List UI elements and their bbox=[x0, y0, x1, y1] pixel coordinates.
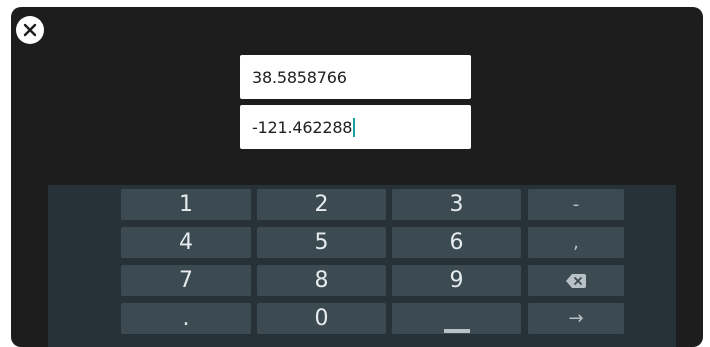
text-caret bbox=[353, 117, 356, 137]
latitude-value: 38.5858766 bbox=[252, 67, 347, 87]
latitude-field[interactable]: 38.5858766 bbox=[240, 55, 471, 99]
key-space[interactable] bbox=[392, 303, 521, 334]
longitude-field[interactable]: -121.462288 bbox=[240, 105, 471, 149]
key-7[interactable]: 7 bbox=[121, 265, 251, 296]
numeric-keyboard: 1 2 3 - 4 5 6 , 7 8 9 . 0 → bbox=[48, 185, 676, 347]
key-5[interactable]: 5 bbox=[257, 227, 386, 258]
key-next[interactable]: → bbox=[528, 303, 624, 334]
longitude-value: -121.462288 bbox=[252, 117, 353, 137]
backspace-icon bbox=[566, 273, 586, 288]
close-icon bbox=[23, 23, 37, 37]
key-4[interactable]: 4 bbox=[121, 227, 251, 258]
key-minus[interactable]: - bbox=[528, 189, 624, 220]
arrow-right-icon: → bbox=[568, 308, 584, 329]
key-2[interactable]: 2 bbox=[257, 189, 386, 220]
key-0[interactable]: 0 bbox=[257, 303, 386, 334]
key-1[interactable]: 1 bbox=[121, 189, 251, 220]
key-comma[interactable]: , bbox=[528, 227, 624, 258]
close-button[interactable] bbox=[16, 16, 44, 44]
key-6[interactable]: 6 bbox=[392, 227, 521, 258]
key-3[interactable]: 3 bbox=[392, 189, 521, 220]
space-icon bbox=[443, 328, 470, 333]
key-backspace[interactable] bbox=[528, 265, 624, 296]
key-9[interactable]: 9 bbox=[392, 265, 521, 296]
coordinate-dialog: 38.5858766 -121.462288 1 2 3 - 4 5 6 , 7… bbox=[11, 7, 703, 347]
key-decimal[interactable]: . bbox=[121, 303, 251, 334]
key-8[interactable]: 8 bbox=[257, 265, 386, 296]
